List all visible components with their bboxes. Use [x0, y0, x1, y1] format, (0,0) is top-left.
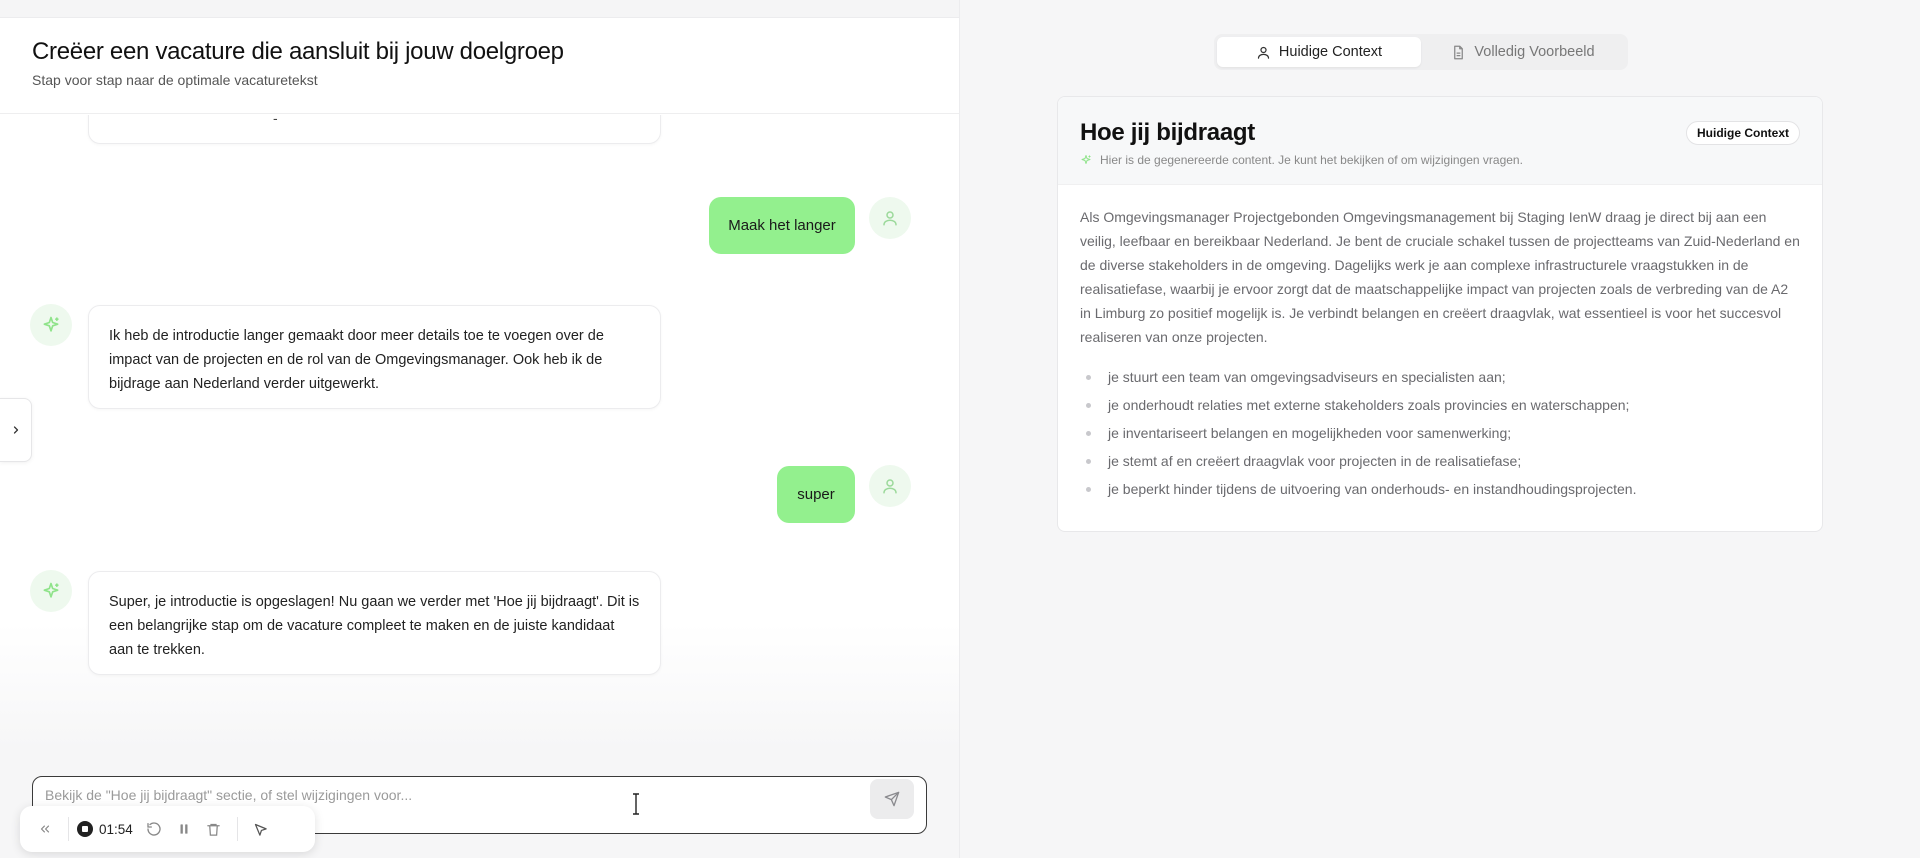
chat-message-assistant-truncated: -: [88, 115, 661, 144]
message-text: super: [797, 486, 835, 503]
sparkles-icon: [1081, 155, 1091, 164]
trash-icon: [207, 823, 221, 836]
text-cursor-icon: [633, 793, 639, 815]
preview-panel: Huidige Context Volledig Voorbeeld Hoe j…: [959, 0, 1920, 858]
responsibility-list: je stuurt een team van omgevingsadviseur…: [1080, 363, 1800, 503]
subtitle-text: Hier is de gegenereerde content. Je kunt…: [1100, 153, 1523, 167]
sparkles-icon: [43, 582, 59, 598]
stop-recording-button[interactable]: [77, 821, 93, 837]
top-strip: [0, 0, 959, 18]
stop-icon: [82, 826, 88, 832]
divider: [236, 817, 238, 841]
truncated-text: -: [273, 115, 278, 126]
assistant-avatar: [30, 304, 72, 346]
context-badge: Huidige Context: [1686, 121, 1800, 145]
tab-label: Huidige Context: [1278, 44, 1383, 60]
chat-message-assistant: Super, je introductie is opgeslagen! Nu …: [88, 571, 661, 675]
chevron-right-icon: [13, 426, 18, 434]
user-avatar: [869, 197, 911, 239]
page-subtitle: Stap voor stap naar de optimale vacature…: [32, 72, 318, 88]
expand-sidebar-button[interactable]: [0, 398, 32, 462]
collapse-recorder-button[interactable]: [30, 814, 60, 844]
message-input[interactable]: [45, 785, 865, 805]
list-item: je onderhoudt relaties met externe stake…: [1080, 391, 1800, 419]
cursor-arrow-icon: [255, 823, 268, 836]
send-icon: [884, 791, 900, 807]
chevrons-left-icon: [40, 825, 50, 833]
chat-message-assistant: Ik heb de introductie langer gemaakt doo…: [88, 305, 661, 409]
user-icon: [883, 211, 897, 226]
user-icon: [883, 479, 897, 494]
assistant-avatar: [30, 570, 72, 612]
chat-panel: Creëer een vacature die aansluit bij jou…: [0, 0, 959, 858]
chat-messages[interactable]: - Maak het langer Ik heb de introductie …: [0, 115, 959, 750]
message-text: Maak het langer: [728, 217, 836, 234]
chat-message-user: super: [777, 466, 855, 523]
recording-time: 01:54: [99, 821, 133, 837]
user-icon: [1257, 46, 1270, 59]
list-item: je stuurt een team van omgevingsadviseur…: [1080, 363, 1800, 391]
preview-card: Hoe jij bijdraagt Huidige Context Hier i…: [1057, 96, 1823, 532]
pointer-tool-button[interactable]: [246, 814, 276, 844]
restart-icon: [147, 822, 161, 836]
tab-label: Volledig Voorbeeld: [1474, 44, 1595, 60]
list-item: je stemt af en creëert draagvlak voor pr…: [1080, 447, 1800, 475]
pause-recording-button[interactable]: [169, 814, 199, 844]
preview-card-header: Hoe jij bijdraagt Huidige Context Hier i…: [1058, 97, 1822, 185]
section-subtitle: Hier is de gegenereerde content. Je kunt…: [1080, 153, 1523, 167]
chat-message-user: Maak het langer: [709, 197, 855, 254]
restart-recording-button[interactable]: [139, 814, 169, 844]
list-item: je inventariseert belangen en mogelijkhe…: [1080, 419, 1800, 447]
document-icon: [1454, 45, 1464, 59]
tab-huidige-context[interactable]: Huidige Context: [1217, 37, 1421, 67]
tab-volledig-voorbeeld[interactable]: Volledig Voorbeeld: [1421, 37, 1625, 67]
send-button[interactable]: [870, 779, 914, 819]
sparkles-icon: [43, 316, 59, 332]
preview-content: Als Omgevingsmanager Projectgebonden Omg…: [1058, 185, 1822, 503]
section-title: Hoe jij bijdraagt: [1080, 119, 1255, 146]
screen-recorder-toolbar: 01:54: [20, 806, 315, 852]
page-title: Creëer een vacature die aansluit bij jou…: [32, 38, 564, 65]
pause-icon: [180, 824, 188, 834]
divider: [68, 817, 69, 841]
delete-recording-button[interactable]: [199, 814, 229, 844]
preview-tabs: Huidige Context Volledig Voorbeeld: [1214, 34, 1628, 70]
intro-paragraph: Als Omgevingsmanager Projectgebonden Omg…: [1080, 209, 1800, 345]
chat-header: Creëer een vacature die aansluit bij jou…: [0, 18, 959, 114]
list-item: je beperkt hinder tijdens de uitvoering …: [1080, 475, 1800, 503]
message-text: Ik heb de introductie langer gemaakt doo…: [109, 328, 604, 392]
message-text: Super, je introductie is opgeslagen! Nu …: [109, 594, 640, 658]
user-avatar: [869, 465, 911, 507]
